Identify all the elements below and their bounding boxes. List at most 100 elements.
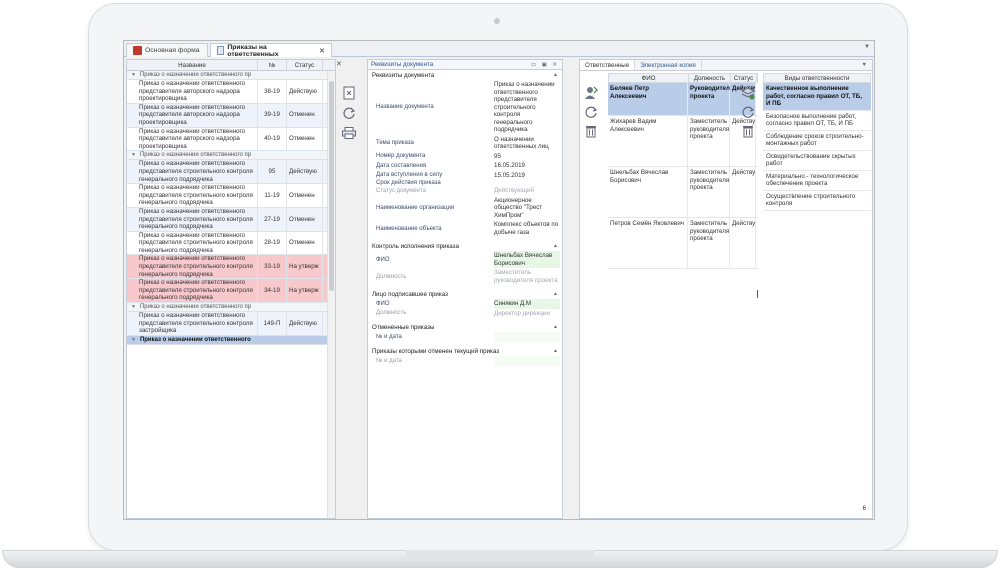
person-row[interactable]: Жихарев Вадим Алексеевич Заместитель руко… xyxy=(608,116,758,167)
field-value[interactable] xyxy=(494,182,560,184)
table-row[interactable]: Приказ о назначении ответственного предс… xyxy=(127,184,335,208)
order-name-cell: Приказ о назначении ответственного предс… xyxy=(127,207,258,231)
field-row: ФИО Шнельбах Вячеслав Борисович xyxy=(368,251,562,268)
group-row[interactable]: ▼ Приказ о назначении ответственного пр xyxy=(127,151,335,161)
field-value[interactable]: Приказ о назначении ответственного предс… xyxy=(494,80,560,135)
chevron-down-icon[interactable]: ▼ xyxy=(864,44,870,50)
tab-electronic-copy[interactable]: Электронная копия xyxy=(635,60,702,70)
panel-window-buttons[interactable]: ▭ ▣ ✕ xyxy=(531,62,559,68)
details-body: Реквизиты документа ▲ Название документа Пр… xyxy=(368,70,562,370)
table-row[interactable]: Приказ о назначении ответственного предс… xyxy=(127,312,335,336)
trash-icon[interactable] xyxy=(584,124,598,138)
order-number-cell: 38-19 xyxy=(258,80,287,103)
person-row[interactable]: Шнельбах Вячеслав Борисович Заместитель р… xyxy=(608,167,758,218)
scrollbar-thumb[interactable] xyxy=(329,81,334,291)
column-header-status[interactable]: Статус xyxy=(731,74,757,82)
vertical-scrollbar[interactable] xyxy=(327,71,335,518)
order-number-cell: 39-19 xyxy=(258,103,287,127)
delete-document-icon[interactable] xyxy=(342,86,356,100)
responsibility-type-row[interactable]: Осуществление строительного контроля xyxy=(763,191,871,211)
table-row[interactable]: Приказ о назначении ответственного предс… xyxy=(127,231,335,256)
field-value[interactable]: Комплекс объектов по добыче газа xyxy=(494,220,560,237)
tab-responsible[interactable]: Ответственные xyxy=(580,60,636,70)
section-title: Лицо подписавшее приказ xyxy=(372,290,448,298)
table-row[interactable]: Приказ о назначении ответственного предс… xyxy=(127,255,335,280)
section-title: Контроль исполнения приказа xyxy=(372,242,459,250)
records-count: 6 xyxy=(862,505,866,512)
tab-main-form[interactable]: Основная форма xyxy=(126,43,208,57)
column-header-status[interactable]: Статус xyxy=(287,60,323,70)
add-responsibility-icon[interactable] xyxy=(741,86,755,100)
app-window: Основная форма Приказы на ответственных … xyxy=(123,40,875,520)
field-value[interactable]: О назначении ответственных лиц xyxy=(494,135,560,152)
responsibility-type-row[interactable]: Безопасное выполнение работ, согласно пр… xyxy=(763,111,871,131)
table-row[interactable]: Приказ о назначении ответственного предс… xyxy=(127,279,335,304)
field-value[interactable]: Действующий xyxy=(494,186,560,196)
column-header-types[interactable]: Виды ответственности xyxy=(764,74,870,82)
details-section-header[interactable]: Лицо подписавшее приказ ▲ xyxy=(368,289,562,299)
refresh-icon[interactable] xyxy=(342,106,356,120)
print-icon[interactable] xyxy=(342,126,356,140)
order-status-cell: Отменен xyxy=(287,103,323,127)
field-value[interactable]: Акционерное общество "Трест ХимПром" xyxy=(494,196,560,221)
camera-icon xyxy=(494,18,500,24)
person-row[interactable]: Беляев Петр Алексеевич Руководитель проек… xyxy=(608,83,758,116)
field-label: Тема приказа xyxy=(376,140,414,146)
group-row[interactable]: ▼ Приказ о назначении ответственного пр xyxy=(127,71,335,80)
group-row-selected[interactable]: ▼ Приказ о назначении ответственного xyxy=(127,335,335,345)
field-label: Срок действия приказа xyxy=(376,180,441,186)
expand-icon[interactable]: ▼ xyxy=(131,337,136,343)
collapse-icon[interactable]: ▲ xyxy=(553,291,558,297)
field-value[interactable]: Заместитель руководителя проекта xyxy=(494,268,560,285)
field-label: Номер документа xyxy=(376,153,426,160)
column-header-position[interactable]: Должность xyxy=(689,74,731,82)
field-value[interactable] xyxy=(494,332,560,342)
table-row[interactable]: Приказ о назначении ответственного предс… xyxy=(127,207,335,232)
responsibility-type-row[interactable]: Соблюдение сроков строительно-монтажных … xyxy=(763,131,871,151)
orders-grid-header: Название № Статус xyxy=(127,60,335,71)
field-value[interactable]: Синякин Д.М xyxy=(494,299,560,309)
column-header-fio[interactable]: ФИО xyxy=(609,74,689,82)
field-value[interactable]: Директор дирекции xyxy=(494,309,560,319)
collapse-icon[interactable]: ▲ xyxy=(553,243,558,249)
person-row[interactable]: Петров Семён Яковлевич Заместитель руково… xyxy=(608,218,758,269)
close-panel-icon[interactable]: ✕ xyxy=(336,60,342,68)
expand-icon[interactable]: ▼ xyxy=(131,72,136,78)
field-value[interactable]: 16.05.2019 xyxy=(494,161,560,171)
table-row[interactable]: Приказ о назначении ответственного предс… xyxy=(127,80,335,104)
collapse-icon[interactable]: ▲ xyxy=(553,72,558,78)
people-actions xyxy=(584,86,602,143)
table-row[interactable]: Приказ о назначении ответственного предс… xyxy=(127,160,335,185)
details-section-header[interactable]: Контроль исполнения приказа ▲ xyxy=(368,241,562,251)
column-header-number[interactable]: № xyxy=(258,60,287,70)
chevron-down-icon[interactable]: ▼ xyxy=(862,62,867,68)
field-value[interactable] xyxy=(494,356,560,366)
collapse-icon[interactable]: ▲ xyxy=(553,348,558,354)
expand-icon[interactable]: ▼ xyxy=(131,304,136,310)
field-label: ФИО xyxy=(376,300,390,307)
types-grid-body: Качественное выполнение работ, согласно … xyxy=(763,83,871,211)
responsibility-type-row[interactable]: Материально - технологическое обеспечени… xyxy=(763,171,871,191)
person-fio-cell: Беляев Петр Алексеевич xyxy=(608,83,688,115)
tab-orders[interactable]: Приказы на ответственных ✕ xyxy=(210,43,332,58)
responsibility-type-row[interactable]: Освидетельствование скрытых работ xyxy=(763,151,871,171)
close-icon[interactable]: ✕ xyxy=(319,47,325,55)
details-section-header[interactable]: Отмененные приказы ▲ xyxy=(368,322,562,332)
responsibility-type-row[interactable]: Качественное выполнение работ, согласно … xyxy=(763,83,871,111)
refresh-icon[interactable] xyxy=(741,105,755,119)
field-value[interactable]: 95 xyxy=(494,152,560,162)
add-user-icon[interactable] xyxy=(584,86,598,100)
table-row[interactable]: Приказ о назначении ответственного предс… xyxy=(127,103,335,128)
refresh-icon[interactable] xyxy=(584,105,598,119)
trash-icon[interactable] xyxy=(741,124,755,138)
details-section-header[interactable]: Приказы которыми отменен текущий приказ ▲ xyxy=(368,346,562,356)
collapse-icon[interactable]: ▲ xyxy=(553,324,558,330)
field-value[interactable]: 15.05.2019 xyxy=(494,171,560,181)
field-value[interactable]: Шнельбах Вячеслав Борисович xyxy=(494,251,560,268)
table-row[interactable]: Приказ о назначении ответственного предс… xyxy=(127,127,335,152)
group-row[interactable]: ▼ Приказ о назначении ответственного пр xyxy=(127,303,335,313)
column-header-name[interactable]: Название xyxy=(127,60,258,70)
details-section-header[interactable]: Реквизиты документа ▲ xyxy=(368,70,562,80)
expand-icon[interactable]: ▼ xyxy=(131,152,136,158)
order-number-cell: 95 xyxy=(258,160,287,184)
